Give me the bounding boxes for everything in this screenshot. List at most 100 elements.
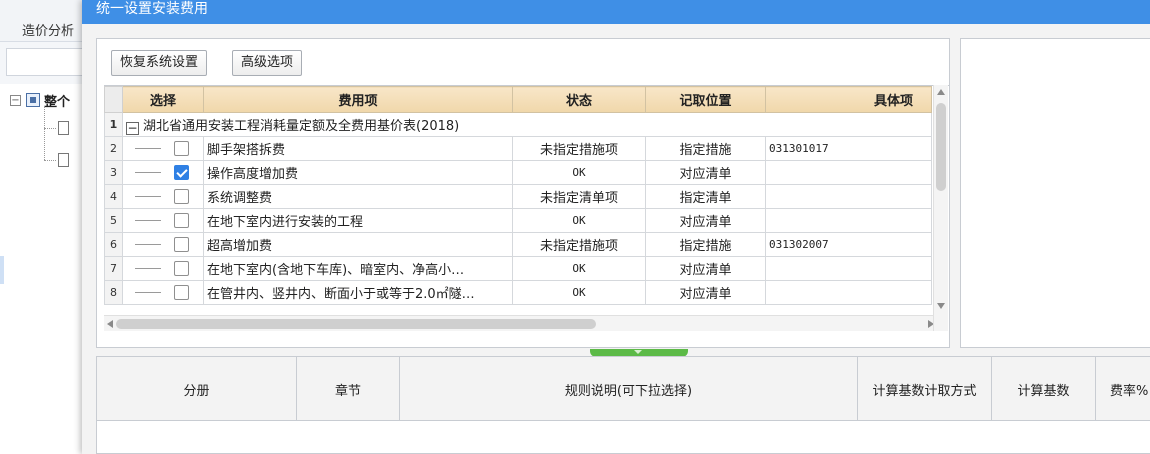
- vertical-scroll-thumb[interactable]: [936, 103, 946, 191]
- fee-table: 选择 费用项 状态 记取位置 具体项 1 − 湖北省通用安装工程消耗量定额及全费用…: [104, 86, 932, 305]
- detail-cell[interactable]: [765, 256, 932, 281]
- column-header-position[interactable]: 记取位置: [645, 86, 766, 113]
- select-cell: [122, 280, 204, 305]
- status-cell[interactable]: OK: [512, 256, 646, 281]
- status-cell[interactable]: OK: [512, 160, 646, 185]
- column-header-chapter[interactable]: 章节: [297, 357, 400, 421]
- detail-cell[interactable]: 031302007: [765, 232, 932, 257]
- row-number: 1: [104, 112, 123, 137]
- fee-item-cell[interactable]: 在地下室内(含地下车库)、暗室内、净高小…: [203, 256, 513, 281]
- status-cell[interactable]: 未指定措施项: [512, 136, 646, 161]
- fee-item-cell[interactable]: 脚手架搭拆费: [203, 136, 513, 161]
- table-row[interactable]: 3 操作高度增加费 OK 对应清单: [104, 160, 932, 185]
- advanced-options-button[interactable]: 高级选项: [232, 50, 303, 76]
- select-checkbox[interactable]: [174, 189, 189, 204]
- tree-connector: [44, 128, 56, 129]
- tree-connector: [44, 106, 45, 160]
- detail-cell[interactable]: [765, 160, 932, 185]
- row-number: 4: [104, 184, 123, 209]
- column-header-rate[interactable]: 费率%: [1096, 357, 1150, 421]
- status-cell[interactable]: OK: [512, 208, 646, 233]
- tree-connector: [135, 268, 161, 269]
- position-cell[interactable]: 对应清单: [645, 256, 766, 281]
- tree-item[interactable]: [58, 118, 72, 138]
- select-cell: [122, 160, 204, 185]
- detail-cell[interactable]: 031301017: [765, 136, 932, 161]
- column-header-base-method[interactable]: 计算基数计取方式: [858, 357, 992, 421]
- rules-table-header: 分册 章节 规则说明(可下拉选择) 计算基数计取方式 计算基数 费率%: [97, 357, 1150, 421]
- position-cell[interactable]: 对应清单: [645, 208, 766, 233]
- group-label: 湖北省通用安装工程消耗量定额及全费用基价表(2018): [143, 118, 460, 134]
- fee-item-cell[interactable]: 系统调整费: [203, 184, 513, 209]
- table-row[interactable]: 2 脚手架搭拆费 未指定措施项 指定措施 031301017: [104, 136, 932, 161]
- table-row[interactable]: 7 在地下室内(含地下车库)、暗室内、净高小… OK 对应清单: [104, 256, 932, 281]
- collapse-icon[interactable]: −: [10, 94, 21, 106]
- select-checkbox[interactable]: [174, 237, 189, 252]
- position-cell[interactable]: 指定措施: [645, 136, 766, 161]
- table-row[interactable]: 4 系统调整费 未指定清单项 指定清单: [104, 184, 932, 209]
- group-row[interactable]: 1 − 湖北省通用安装工程消耗量定额及全费用基价表(2018): [104, 112, 932, 137]
- fee-item-cell[interactable]: 在管井内、竖井内、断面小于或等于2.0㎡隧…: [203, 280, 513, 305]
- project-icon: [26, 93, 40, 107]
- select-cell: [122, 208, 204, 233]
- background-search-input[interactable]: [6, 48, 84, 76]
- select-checkbox-checked[interactable]: [174, 165, 189, 180]
- group-cell[interactable]: − 湖北省通用安装工程消耗量定额及全费用基价表(2018): [122, 112, 932, 137]
- fee-item-cell[interactable]: 超高增加费: [203, 232, 513, 257]
- tree-connector: [44, 160, 56, 161]
- select-cell: [122, 136, 204, 161]
- position-cell[interactable]: 对应清单: [645, 160, 766, 185]
- table-row[interactable]: 5 在地下室内进行安装的工程 OK 对应清单: [104, 208, 932, 233]
- select-cell: [122, 232, 204, 257]
- table-row[interactable]: 6 超高增加费 未指定措施项 指定措施 031302007: [104, 232, 932, 257]
- detail-side-panel: [960, 38, 1150, 348]
- select-checkbox[interactable]: [174, 141, 189, 156]
- horizontal-scrollbar[interactable]: [104, 315, 942, 331]
- column-header-detail[interactable]: 具体项: [765, 86, 932, 113]
- select-checkbox[interactable]: [174, 213, 189, 228]
- column-header-volume[interactable]: 分册: [97, 357, 297, 421]
- tree-connector: [135, 148, 161, 149]
- status-cell[interactable]: 未指定措施项: [512, 232, 646, 257]
- collapse-icon[interactable]: −: [126, 121, 139, 135]
- scroll-down-icon[interactable]: [937, 303, 945, 309]
- select-cell: [122, 184, 204, 209]
- grid-header-row: 选择 费用项 状态 记取位置 具体项: [104, 86, 932, 113]
- fee-item-cell[interactable]: 操作高度增加费: [203, 160, 513, 185]
- project-tree: − 整个: [0, 84, 84, 454]
- document-icon: [58, 153, 69, 167]
- tab-cost-analysis[interactable]: 造价分析: [10, 12, 86, 42]
- column-header-select[interactable]: 选择: [122, 86, 204, 113]
- fee-item-cell[interactable]: 在地下室内进行安装的工程: [203, 208, 513, 233]
- status-cell[interactable]: 未指定清单项: [512, 184, 646, 209]
- install-fee-dialog: 统一设置安装费用 恢复系统设置 高级选项 选择 费用项 状态 记取位置 具体项 …: [82, 0, 1150, 454]
- detail-cell[interactable]: [765, 208, 932, 233]
- tree-connector: [135, 292, 161, 293]
- horizontal-scroll-thumb[interactable]: [116, 319, 596, 329]
- rules-table-panel: 分册 章节 规则说明(可下拉选择) 计算基数计取方式 计算基数 费率%: [96, 356, 1150, 454]
- position-cell[interactable]: 对应清单: [645, 280, 766, 305]
- column-header-status[interactable]: 状态: [512, 86, 646, 113]
- select-checkbox[interactable]: [174, 261, 189, 276]
- scroll-up-icon[interactable]: [937, 89, 945, 95]
- detail-cell[interactable]: [765, 184, 932, 209]
- restore-defaults-button[interactable]: 恢复系统设置: [111, 50, 208, 76]
- status-cell[interactable]: OK: [512, 280, 646, 305]
- position-cell[interactable]: 指定清单: [645, 184, 766, 209]
- tree-root[interactable]: − 整个: [10, 90, 70, 110]
- tree-connector: [135, 172, 161, 173]
- column-header-fee-item[interactable]: 费用项: [203, 86, 513, 113]
- dialog-titlebar[interactable]: 统一设置安装费用: [82, 0, 1150, 24]
- scroll-left-icon[interactable]: [107, 320, 113, 328]
- tree-connector: [135, 196, 161, 197]
- tree-item[interactable]: [58, 150, 72, 170]
- column-header-base[interactable]: 计算基数: [992, 357, 1096, 421]
- detail-cell[interactable]: [765, 280, 932, 305]
- grid-toolbar: 恢复系统设置 高级选项: [97, 39, 949, 85]
- vertical-scrollbar[interactable]: [933, 85, 948, 331]
- column-header-rule-description[interactable]: 规则说明(可下拉选择): [400, 357, 858, 421]
- select-checkbox[interactable]: [174, 285, 189, 300]
- document-icon: [58, 121, 69, 135]
- position-cell[interactable]: 指定措施: [645, 232, 766, 257]
- table-row[interactable]: 8 在管井内、竖井内、断面小于或等于2.0㎡隧… OK 对应清单: [104, 280, 932, 305]
